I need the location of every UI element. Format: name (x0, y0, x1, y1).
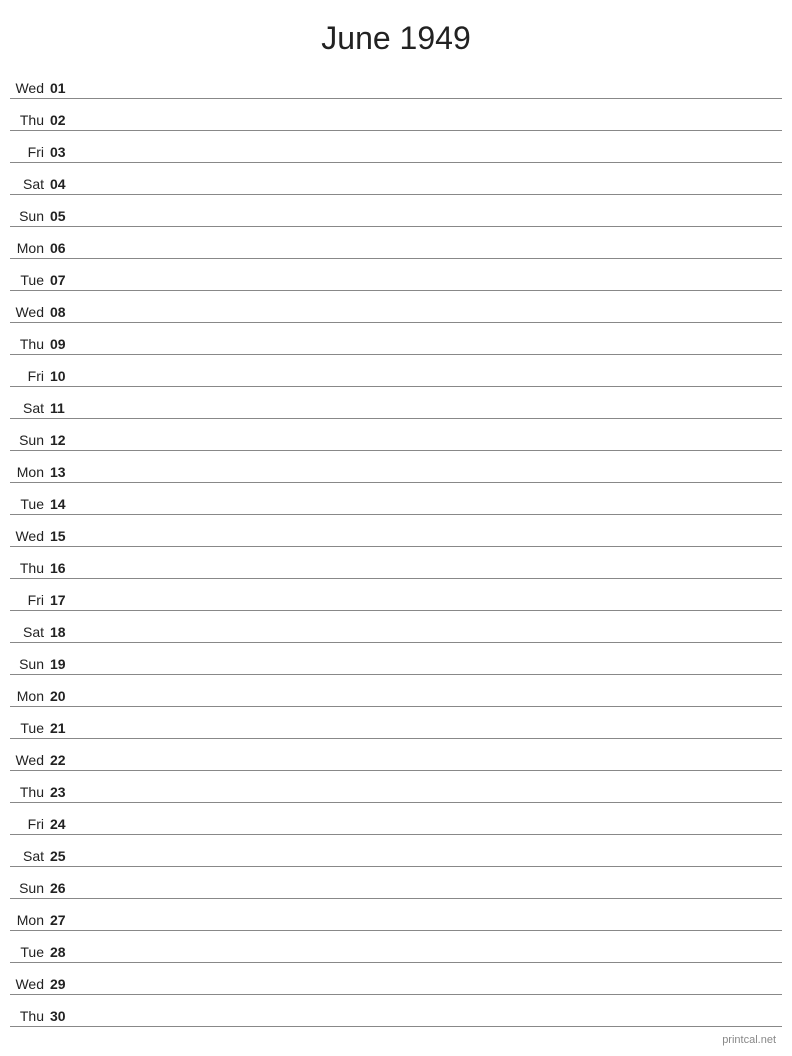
day-number: 12 (50, 432, 78, 448)
day-row: Thu16 (10, 547, 782, 579)
day-name: Thu (10, 336, 50, 352)
day-name: Mon (10, 688, 50, 704)
day-name: Sun (10, 880, 50, 896)
day-row: Fri24 (10, 803, 782, 835)
day-number: 19 (50, 656, 78, 672)
day-row: Mon27 (10, 899, 782, 931)
day-name: Sun (10, 208, 50, 224)
day-name: Tue (10, 272, 50, 288)
day-name: Sat (10, 176, 50, 192)
day-number: 27 (50, 912, 78, 928)
day-number: 26 (50, 880, 78, 896)
day-row: Mon20 (10, 675, 782, 707)
day-number: 07 (50, 272, 78, 288)
day-number: 28 (50, 944, 78, 960)
day-row: Thu02 (10, 99, 782, 131)
day-number: 03 (50, 144, 78, 160)
day-row: Thu09 (10, 323, 782, 355)
day-row: Wed01 (10, 67, 782, 99)
day-number: 08 (50, 304, 78, 320)
day-name: Thu (10, 784, 50, 800)
day-row: Sat18 (10, 611, 782, 643)
day-row: Wed22 (10, 739, 782, 771)
day-number: 30 (50, 1008, 78, 1024)
day-name: Fri (10, 144, 50, 160)
day-number: 15 (50, 528, 78, 544)
day-number: 06 (50, 240, 78, 256)
day-name: Wed (10, 80, 50, 96)
day-number: 17 (50, 592, 78, 608)
day-number: 01 (50, 80, 78, 96)
day-name: Fri (10, 592, 50, 608)
day-number: 05 (50, 208, 78, 224)
day-row: Tue28 (10, 931, 782, 963)
footer-text: printcal.net (722, 1034, 776, 1046)
day-number: 23 (50, 784, 78, 800)
day-number: 25 (50, 848, 78, 864)
day-row: Fri03 (10, 131, 782, 163)
day-number: 16 (50, 560, 78, 576)
day-row: Wed15 (10, 515, 782, 547)
day-name: Mon (10, 464, 50, 480)
day-name: Fri (10, 368, 50, 384)
day-row: Sun05 (10, 195, 782, 227)
day-number: 14 (50, 496, 78, 512)
day-name: Wed (10, 528, 50, 544)
day-row: Thu30 (10, 995, 782, 1027)
day-name: Tue (10, 720, 50, 736)
day-number: 18 (50, 624, 78, 640)
day-number: 13 (50, 464, 78, 480)
day-name: Sat (10, 400, 50, 416)
day-row: Sun26 (10, 867, 782, 899)
day-number: 29 (50, 976, 78, 992)
day-name: Sun (10, 432, 50, 448)
day-name: Wed (10, 304, 50, 320)
day-name: Mon (10, 912, 50, 928)
day-name: Fri (10, 816, 50, 832)
day-number: 22 (50, 752, 78, 768)
day-number: 04 (50, 176, 78, 192)
day-number: 11 (50, 400, 78, 416)
day-row: Tue21 (10, 707, 782, 739)
day-row: Sun12 (10, 419, 782, 451)
day-name: Sat (10, 848, 50, 864)
day-row: Mon06 (10, 227, 782, 259)
day-row: Tue14 (10, 483, 782, 515)
day-number: 21 (50, 720, 78, 736)
page-title: June 1949 (0, 0, 792, 67)
day-name: Thu (10, 1008, 50, 1024)
day-name: Tue (10, 944, 50, 960)
day-row: Sat11 (10, 387, 782, 419)
day-number: 02 (50, 112, 78, 128)
day-name: Sat (10, 624, 50, 640)
day-row: Tue07 (10, 259, 782, 291)
day-row: Wed08 (10, 291, 782, 323)
day-name: Thu (10, 112, 50, 128)
day-row: Sun19 (10, 643, 782, 675)
day-name: Mon (10, 240, 50, 256)
day-row: Sat04 (10, 163, 782, 195)
day-row: Mon13 (10, 451, 782, 483)
day-row: Thu23 (10, 771, 782, 803)
day-number: 20 (50, 688, 78, 704)
day-number: 10 (50, 368, 78, 384)
day-name: Wed (10, 752, 50, 768)
day-number: 24 (50, 816, 78, 832)
day-row: Sat25 (10, 835, 782, 867)
day-name: Thu (10, 560, 50, 576)
day-row: Fri10 (10, 355, 782, 387)
day-name: Wed (10, 976, 50, 992)
day-name: Tue (10, 496, 50, 512)
calendar-grid: Wed01Thu02Fri03Sat04Sun05Mon06Tue07Wed08… (0, 67, 792, 1027)
day-row: Wed29 (10, 963, 782, 995)
day-name: Sun (10, 656, 50, 672)
day-number: 09 (50, 336, 78, 352)
day-row: Fri17 (10, 579, 782, 611)
